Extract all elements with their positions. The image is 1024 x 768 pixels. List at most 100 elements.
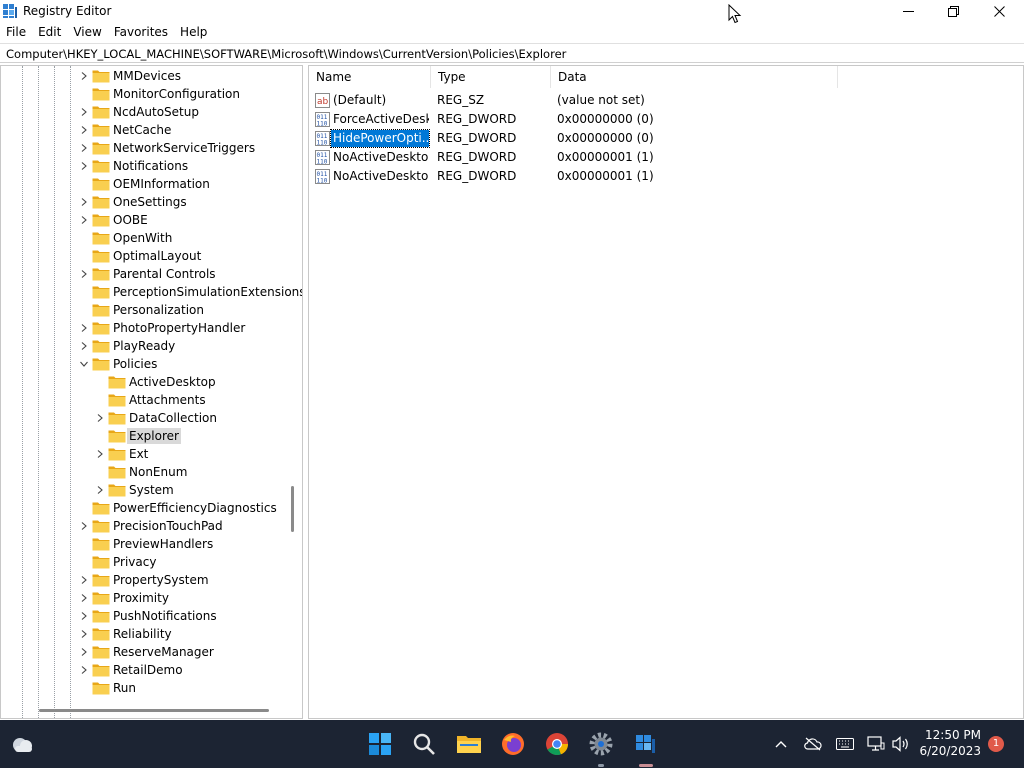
menu-help[interactable]: Help: [174, 22, 213, 42]
tree-item-reservemanager[interactable]: ReserveManager: [1, 643, 286, 661]
tree-item-photopropertyhandler[interactable]: PhotoPropertyHandler: [1, 319, 286, 337]
value-data: 0x00000000 (0): [557, 131, 654, 145]
column-header-name[interactable]: Name: [309, 66, 431, 88]
tree-item-nonenum[interactable]: NonEnum: [1, 463, 286, 481]
tree-item-retaildemo[interactable]: RetailDemo: [1, 661, 286, 679]
tree-item-ext[interactable]: Ext: [1, 445, 286, 463]
restore-icon: [947, 5, 959, 17]
tree-item-powerefficiencydiagnostics[interactable]: PowerEfficiencyDiagnostics: [1, 499, 286, 517]
values-list-pane[interactable]: Name Type Data ab (Default) REG_SZ (value n…: [308, 65, 1024, 719]
tree-item-activedesktop[interactable]: ActiveDesktop: [1, 373, 286, 391]
tree-item-run[interactable]: Run: [1, 679, 286, 697]
value-row[interactable]: 011110ForceActiveDesk... REG_DWORD 0x00000…: [309, 110, 909, 129]
registry-editor-taskbar-button[interactable]: [631, 730, 659, 758]
chevron-right-icon[interactable]: [79, 592, 89, 604]
tree-item-parental-controls[interactable]: Parental Controls: [1, 265, 286, 283]
chevron-right-icon[interactable]: [79, 628, 89, 640]
firefox-button[interactable]: [499, 730, 527, 758]
tree-item-notifications[interactable]: Notifications: [1, 157, 286, 175]
chevron-right-icon[interactable]: [79, 196, 89, 208]
tree-horizontal-scrollbar[interactable]: [39, 709, 269, 712]
minimize-button[interactable]: [885, 0, 931, 22]
tree-vertical-scrollbar[interactable]: [291, 486, 294, 532]
menu-edit[interactable]: Edit: [32, 22, 67, 42]
menu-file[interactable]: File: [0, 22, 32, 42]
tree-item-playready[interactable]: PlayReady: [1, 337, 286, 355]
tree-item-explorer[interactable]: Explorer: [1, 427, 286, 445]
restore-button[interactable]: [930, 0, 976, 22]
key-tree-pane[interactable]: MMDevices MonitorConfiguration NcdAutoSetu…: [0, 65, 303, 719]
chevron-right-icon[interactable]: [79, 106, 89, 118]
value-row[interactable]: 011 110 NoActiveDesktop REG_DWORD 0x00000001…: [309, 148, 909, 167]
binary-value-icon: 011 110: [315, 150, 330, 166]
show-hidden-icons-button[interactable]: [771, 734, 791, 754]
chevron-right-icon[interactable]: [79, 142, 89, 154]
chrome-button[interactable]: [543, 730, 571, 758]
tree-item-openwith[interactable]: OpenWith: [1, 229, 286, 247]
search-button[interactable]: [410, 730, 438, 758]
tree-item-onesettings[interactable]: OneSettings: [1, 193, 286, 211]
tree-item-attachments[interactable]: Attachments: [1, 391, 286, 409]
system-clock[interactable]: 12:50 PM 6/20/2023: [913, 727, 981, 759]
chevron-right-icon[interactable]: [79, 646, 89, 658]
chevron-right-icon[interactable]: [79, 520, 89, 532]
chevron-right-icon[interactable]: [79, 574, 89, 586]
tree-item-proximity[interactable]: Proximity: [1, 589, 286, 607]
chevron-right-icon[interactable]: [95, 412, 105, 424]
chevron-right-icon[interactable]: [95, 484, 105, 496]
folder-icon: [92, 627, 110, 641]
volume-tray-button[interactable]: [891, 734, 911, 754]
onedrive-tray-button[interactable]: [803, 734, 823, 754]
tree-item-label: PrecisionTouchPad: [113, 519, 223, 533]
tree-item-previewhandlers[interactable]: PreviewHandlers: [1, 535, 286, 553]
tree-item-mmdevices[interactable]: MMDevices: [1, 67, 286, 85]
address-bar[interactable]: Computer\HKEY_LOCAL_MACHINE\SOFTWARE\Mic…: [0, 43, 1024, 63]
tree-item-netcache[interactable]: NetCache: [1, 121, 286, 139]
tree-item-precisiontouchpad[interactable]: PrecisionTouchPad: [1, 517, 286, 535]
value-row[interactable]: 011 110 NoActiveDeskto... REG_DWORD 0x000000…: [309, 167, 909, 186]
folder-icon: [92, 321, 110, 335]
notification-badge[interactable]: 1: [988, 736, 1004, 752]
tree-item-oeminformation[interactable]: OEMInformation: [1, 175, 286, 193]
chevron-right-icon[interactable]: [79, 70, 89, 82]
weather-widget[interactable]: [9, 730, 37, 758]
close-button[interactable]: [976, 0, 1022, 22]
network-tray-button[interactable]: [866, 734, 886, 754]
settings-button[interactable]: [587, 730, 615, 758]
chevron-right-icon[interactable]: [79, 214, 89, 226]
chevron-right-icon[interactable]: [79, 610, 89, 622]
chevron-right-icon[interactable]: [79, 322, 89, 334]
folder-icon: [108, 465, 126, 479]
tree-item-propertysystem[interactable]: PropertySystem: [1, 571, 286, 589]
tree-item-networkservicetriggers[interactable]: NetworkServiceTriggers: [1, 139, 286, 157]
tree-item-policies[interactable]: Policies: [1, 355, 286, 373]
file-explorer-button[interactable]: [455, 730, 483, 758]
chevron-right-icon[interactable]: [79, 160, 89, 172]
chevron-right-icon[interactable]: [79, 124, 89, 136]
chevron-right-icon[interactable]: [79, 268, 89, 280]
tree-item-reliability[interactable]: Reliability: [1, 625, 286, 643]
tree-item-system[interactable]: System: [1, 481, 286, 499]
chevron-right-icon[interactable]: [79, 340, 89, 352]
address-path[interactable]: Computer\HKEY_LOCAL_MACHINE\SOFTWARE\Mic…: [6, 47, 566, 61]
tree-item-perceptionsimulationextensions[interactable]: PerceptionSimulationExtensions: [1, 283, 302, 301]
tree-item-datacollection[interactable]: DataCollection: [1, 409, 286, 427]
tree-item-pushnotifications[interactable]: PushNotifications: [1, 607, 286, 625]
keyboard-tray-button[interactable]: [835, 734, 855, 754]
menu-favorites[interactable]: Favorites: [108, 22, 174, 42]
tree-item-optimallayout[interactable]: OptimalLayout: [1, 247, 286, 265]
column-header-type[interactable]: Type: [431, 66, 551, 88]
value-row[interactable]: 011 110 HidePowerOpti... REG_DWORD 0x0000000…: [309, 129, 909, 148]
column-header-data[interactable]: Data: [551, 66, 838, 88]
tree-item-privacy[interactable]: Privacy: [1, 553, 286, 571]
value-row[interactable]: ab (Default) REG_SZ (value not set): [309, 91, 909, 110]
tree-item-personalization[interactable]: Personalization: [1, 301, 286, 319]
chevron-right-icon[interactable]: [79, 664, 89, 676]
start-button[interactable]: [366, 730, 394, 758]
tree-item-oobe[interactable]: OOBE: [1, 211, 286, 229]
chevron-right-icon[interactable]: [95, 448, 105, 460]
chevron-down-icon[interactable]: [79, 358, 89, 370]
menu-view[interactable]: View: [67, 22, 107, 42]
tree-item-ncdautosetup[interactable]: NcdAutoSetup: [1, 103, 286, 121]
tree-item-monitorconfiguration[interactable]: MonitorConfiguration: [1, 85, 286, 103]
